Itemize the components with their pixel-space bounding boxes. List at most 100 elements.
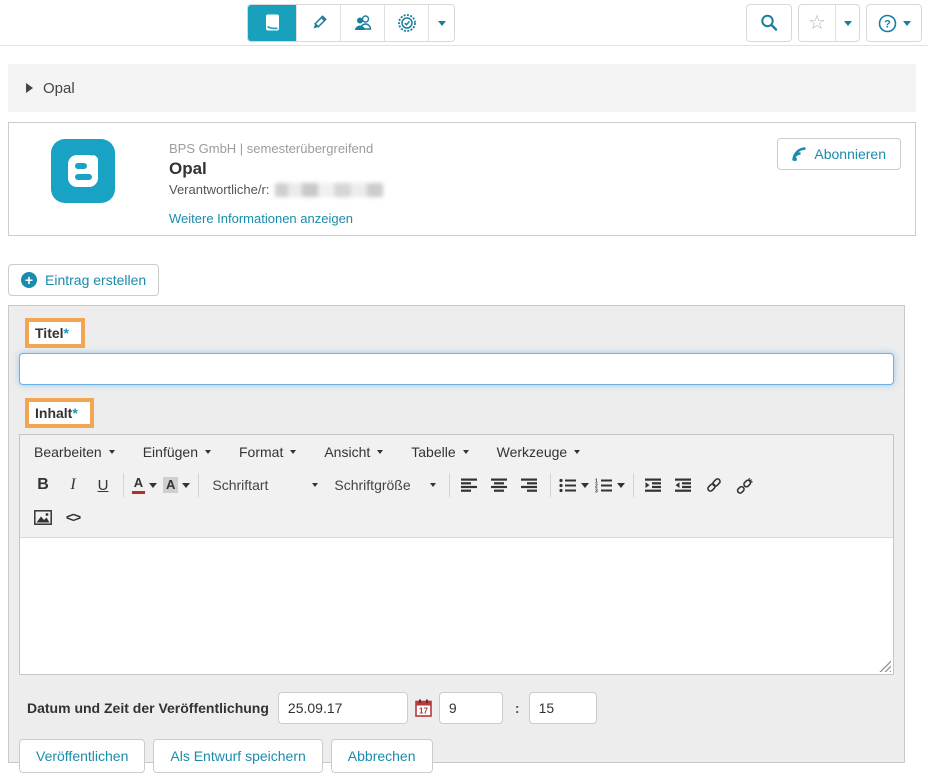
plus-circle-icon: + [21, 272, 37, 288]
background-color-button[interactable]: A [160, 471, 193, 499]
italic-button[interactable]: I [58, 471, 88, 499]
font-family-select[interactable]: Schriftart [204, 471, 326, 499]
numbered-list-icon: 123 [595, 478, 613, 493]
indent-button[interactable] [639, 471, 669, 499]
star-icon: ☆ [808, 13, 826, 33]
text-color-icon: A [132, 476, 145, 494]
course-card: BPS GmbH | semesterübergreifend Opal Ver… [8, 122, 916, 236]
users-icon [353, 14, 373, 32]
hour-input[interactable] [439, 692, 503, 724]
caret-down-icon [574, 450, 580, 454]
outdent-icon [675, 478, 693, 492]
content-label-highlighted: Inhalt* [25, 398, 94, 428]
menu-tools[interactable]: Werkzeuge [497, 444, 581, 460]
bullet-list-icon [559, 478, 577, 493]
badge-icon [397, 13, 417, 33]
resize-grip[interactable] [879, 660, 891, 672]
edit-button[interactable] [297, 5, 341, 41]
caret-down-icon [581, 483, 589, 488]
unlink-icon [735, 476, 754, 494]
breadcrumb[interactable]: Opal [8, 64, 916, 112]
align-right-icon [521, 478, 539, 492]
title-input[interactable] [19, 353, 894, 385]
align-left-button[interactable] [455, 471, 485, 499]
text-color-button[interactable]: A [129, 471, 160, 499]
more-tools-button[interactable] [429, 5, 454, 41]
calendar-button[interactable]: 17 [415, 699, 432, 717]
editor-toolbar-row2: <> [20, 503, 893, 537]
align-center-button[interactable] [485, 471, 515, 499]
bookmark-button[interactable]: ☆ [799, 5, 836, 41]
rss-icon [792, 147, 807, 162]
numbered-list-button[interactable]: 123 [592, 471, 628, 499]
menu-format[interactable]: Format [239, 444, 296, 460]
svg-text:17: 17 [419, 707, 428, 716]
font-size-select[interactable]: Schriftgröße [326, 471, 444, 499]
bullet-list-button[interactable] [556, 471, 592, 499]
bold-button[interactable]: B [28, 471, 58, 499]
editor-toolbar-row1: B I U A A Schriftart Schriftgröße [20, 468, 893, 503]
toolbar-separator [123, 473, 124, 497]
insert-image-button[interactable] [28, 503, 58, 531]
align-right-button[interactable] [515, 471, 545, 499]
required-mark: * [72, 405, 77, 421]
menu-edit[interactable]: Bearbeiten [34, 444, 115, 460]
content-label: Inhalt [35, 405, 72, 421]
bookmark-group: ☆ [798, 4, 860, 42]
caret-down-icon [903, 21, 911, 26]
calendar-icon: 17 [415, 699, 432, 717]
indent-icon [645, 478, 663, 492]
required-mark: * [64, 325, 69, 341]
caret-down-icon [430, 483, 436, 487]
publish-datetime-row: Datum und Zeit der Veröffentlichung 17 : [19, 692, 894, 724]
help-icon: ? [878, 14, 897, 33]
responsible-label: Verantwortliche/r: [169, 182, 269, 197]
more-info-link[interactable]: Weitere Informationen anzeigen [169, 211, 383, 226]
date-input[interactable] [278, 692, 408, 724]
editor-content-area[interactable] [20, 537, 893, 659]
align-center-icon [491, 478, 509, 492]
svg-text:3: 3 [595, 488, 598, 493]
source-code-button[interactable]: <> [58, 503, 88, 531]
book-icon [263, 13, 282, 33]
publish-button[interactable]: Veröffentlichen [19, 739, 145, 773]
time-separator: : [515, 700, 520, 716]
editor-statusbar [20, 659, 893, 674]
underline-button[interactable]: U [88, 471, 118, 499]
unlink-button[interactable] [729, 471, 759, 499]
link-button[interactable] [699, 471, 729, 499]
minute-input[interactable] [529, 692, 597, 724]
menu-insert[interactable]: Einfügen [143, 444, 211, 460]
subscribe-label: Abonnieren [814, 146, 886, 162]
pencil-icon [309, 14, 328, 33]
bookmark-menu-button[interactable] [836, 5, 859, 41]
create-entry-label: Eintrag erstellen [45, 272, 146, 288]
course-meta: BPS GmbH | semesterübergreifend [169, 141, 383, 156]
caret-down-icon [109, 450, 115, 454]
outdent-button[interactable] [669, 471, 699, 499]
caret-down-icon [617, 483, 625, 488]
menu-table[interactable]: Tabelle [411, 444, 468, 460]
help-button[interactable]: ? [866, 4, 922, 42]
search-button[interactable] [746, 4, 792, 42]
course-tool-group [247, 4, 455, 42]
toolbar-separator [449, 473, 450, 497]
members-button[interactable] [341, 5, 385, 41]
rich-text-editor: Bearbeiten Einfügen Format Ansicht Tabel… [19, 434, 894, 675]
course-title: Opal [169, 159, 383, 179]
title-label-highlighted: Titel* [25, 318, 85, 348]
assessment-button[interactable] [385, 5, 429, 41]
course-card-text: BPS GmbH | semesterübergreifend Opal Ver… [169, 141, 383, 226]
course-content-button[interactable] [248, 5, 297, 41]
caret-down-icon [844, 21, 852, 26]
collapse-arrow-icon [26, 83, 33, 93]
save-draft-button[interactable]: Als Entwurf speichern [153, 739, 322, 773]
menu-view[interactable]: Ansicht [324, 444, 383, 460]
blog-logo-icon [51, 139, 115, 203]
create-entry-button[interactable]: + Eintrag erstellen [8, 264, 159, 296]
caret-down-icon [312, 483, 318, 487]
cancel-button[interactable]: Abbrechen [331, 739, 433, 773]
entry-form: Titel* Inhalt* Bearbeiten Einfügen Forma… [8, 305, 905, 763]
form-actions: Veröffentlichen Als Entwurf speichern Ab… [19, 739, 894, 773]
subscribe-button[interactable]: Abonnieren [777, 138, 901, 170]
